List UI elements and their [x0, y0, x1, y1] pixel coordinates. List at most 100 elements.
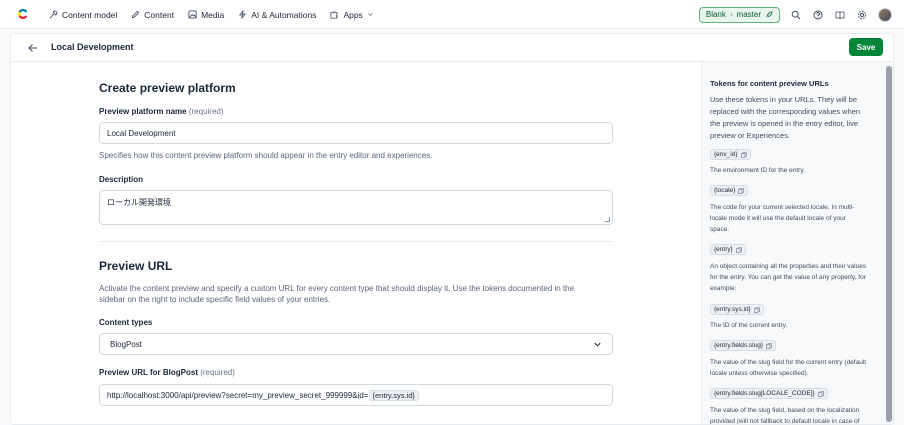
sidebar-intro-line: the preview is opened in the entry edito… [710, 119, 859, 128]
nav-ai-automations[interactable]: AI & Automations [238, 10, 316, 20]
nav-media[interactable]: Media [188, 10, 224, 20]
section-divider [99, 241, 613, 242]
content-types-label: Content types [99, 318, 153, 327]
content-type-value: BlogPost [110, 339, 143, 349]
token-description-line: An object containing all the properties … [710, 263, 867, 270]
gear-icon[interactable] [856, 9, 868, 21]
copy-icon [735, 246, 742, 253]
description-label: Description [99, 175, 144, 184]
book-icon[interactable] [834, 9, 846, 21]
token-entry-fields-slug[interactable]: {entry.fields.slug} [710, 340, 777, 351]
help-icon[interactable] [812, 9, 824, 21]
rocket-icon [766, 10, 773, 18]
token-env-id[interactable]: {env_id} [710, 149, 751, 160]
preview-url-token: {entry.sys.id} [368, 389, 419, 401]
sidebar-title: Tokens for content preview URLs [710, 79, 829, 88]
description-value: ローカル開発環境 [107, 198, 171, 207]
token-description-line: The ID of the current entry. [710, 322, 788, 329]
search-icon[interactable] [790, 9, 802, 21]
token-description-line: example: [710, 285, 737, 292]
token-description-line: The code for your current selected local… [710, 204, 855, 211]
puzzle-icon [330, 11, 339, 19]
sidebar-intro-line: replaced with the corresponding values w… [710, 107, 861, 116]
copy-icon [738, 187, 745, 194]
token-text: {locale} [714, 187, 736, 194]
token-description: The code for your current selected local… [710, 202, 855, 235]
preview-platform-page: Local Development Save Create preview pl… [10, 33, 894, 425]
token-text: {entry.fields.slug} [714, 342, 764, 349]
chevron-right-icon: › [729, 10, 733, 19]
preview-url-value: http://localhost:3000/api/preview?secret… [107, 390, 369, 400]
token-description: The value of the slug field for the curr… [710, 357, 866, 379]
top-navigation: Content model Content Media AI & Automat… [0, 0, 904, 29]
nav-content-model-label: Content model [62, 9, 118, 20]
page-title: Local Development [51, 42, 134, 52]
token-entry[interactable]: {entry} [710, 244, 746, 255]
platform-name-input[interactable]: Local Development [99, 122, 613, 144]
nav-ai-automations-label: AI & Automations [251, 9, 317, 20]
token-description-line: The value of the slug field for the curr… [710, 359, 867, 366]
name-required: (required) [188, 107, 224, 116]
environment-switcher[interactable]: Blank › master [698, 6, 780, 23]
copy-icon [817, 390, 824, 397]
nav-content-label: Content [144, 9, 175, 20]
lightning-icon [239, 10, 247, 19]
nav-content-model[interactable]: Content model [49, 10, 117, 20]
token-text: {entry} [714, 246, 733, 253]
chevron-down-icon [594, 342, 601, 347]
preview-url-input[interactable]: http://localhost:3000/api/preview?secret… [99, 384, 613, 406]
pen-icon [132, 10, 140, 19]
token-description-line: locale unless otherwise specified). [710, 370, 809, 377]
content-type-select[interactable]: BlogPost [99, 333, 613, 355]
sidebar-intro-line: Use these tokens in your URLs. They will… [710, 95, 858, 104]
section-title-create: Create preview platform [99, 81, 236, 95]
preview-url-help-line-2: sidebar on the right to include specific… [99, 295, 331, 304]
chevron-down-icon [367, 13, 373, 17]
nav-content[interactable]: Content [131, 10, 174, 20]
name-help-text: Specifies how this content preview platf… [99, 151, 433, 160]
copy-icon [740, 151, 747, 158]
description-textarea[interactable]: ローカル開発環境 [99, 190, 613, 225]
copy-icon [753, 306, 760, 313]
token-text: {env_id} [714, 151, 738, 158]
token-description: The value of the slug field, based on th… [710, 405, 860, 425]
preview-url-label-text: Preview URL for BlogPost [99, 368, 198, 377]
image-icon [188, 10, 197, 19]
token-description-line: The value of the slug field, based on th… [710, 407, 860, 414]
back-arrow-icon[interactable] [27, 42, 39, 54]
nav-apps[interactable]: Apps [330, 10, 373, 20]
token-description-line: space. [710, 226, 730, 233]
section-title-preview-url: Preview URL [99, 259, 173, 273]
avatar[interactable] [878, 7, 892, 22]
token-description: The environment ID for the entry. [710, 165, 805, 176]
token-description: The ID of the current entry. [710, 320, 787, 331]
token-text: {entry.sys.id} [714, 306, 751, 313]
name-label: Preview platform name (required) [99, 107, 224, 116]
resize-handle[interactable] [605, 217, 610, 222]
token-locale[interactable]: {locale} [710, 185, 749, 196]
token-entry-sys-id[interactable]: {entry.sys.id} [710, 304, 764, 315]
space-name: Blank [705, 10, 726, 19]
token-description-line: for the entry. You can get the value of … [710, 274, 866, 281]
preview-url-required: (required) [200, 368, 235, 377]
token-description-line: provided (will not fallback to default l… [710, 418, 860, 425]
form-area: Create preview platform Preview platform… [11, 62, 701, 424]
sidebar-intro: Use these tokens in your URLs. They will… [710, 94, 860, 142]
token-entry-fields-slug-locale[interactable]: {entry.fields.slug[LOCALE_CODE]} [710, 388, 828, 399]
token-description-line: locale mode it will use the default loca… [710, 215, 846, 222]
wrench-icon [49, 10, 58, 19]
tokens-sidebar: Tokens for content preview URLs Use thes… [701, 62, 893, 425]
page-header: Local Development Save [11, 34, 893, 62]
sidebar-scrollbar[interactable] [886, 66, 892, 422]
save-button[interactable]: Save [849, 38, 883, 56]
copy-icon [766, 342, 772, 349]
token-description: An object containing all the properties … [710, 261, 866, 294]
contentful-logo-icon[interactable] [16, 7, 30, 21]
token-description-line: The environment ID for the entry. [710, 167, 805, 174]
nav-apps-label: Apps [343, 9, 363, 20]
nav-media-label: Media [201, 9, 225, 20]
platform-name-value: Local Development [107, 128, 176, 138]
environment-name: master [736, 10, 761, 19]
preview-url-help-line-1: Activate the content preview and specify… [99, 284, 575, 293]
name-label-text: Preview platform name [99, 107, 187, 116]
